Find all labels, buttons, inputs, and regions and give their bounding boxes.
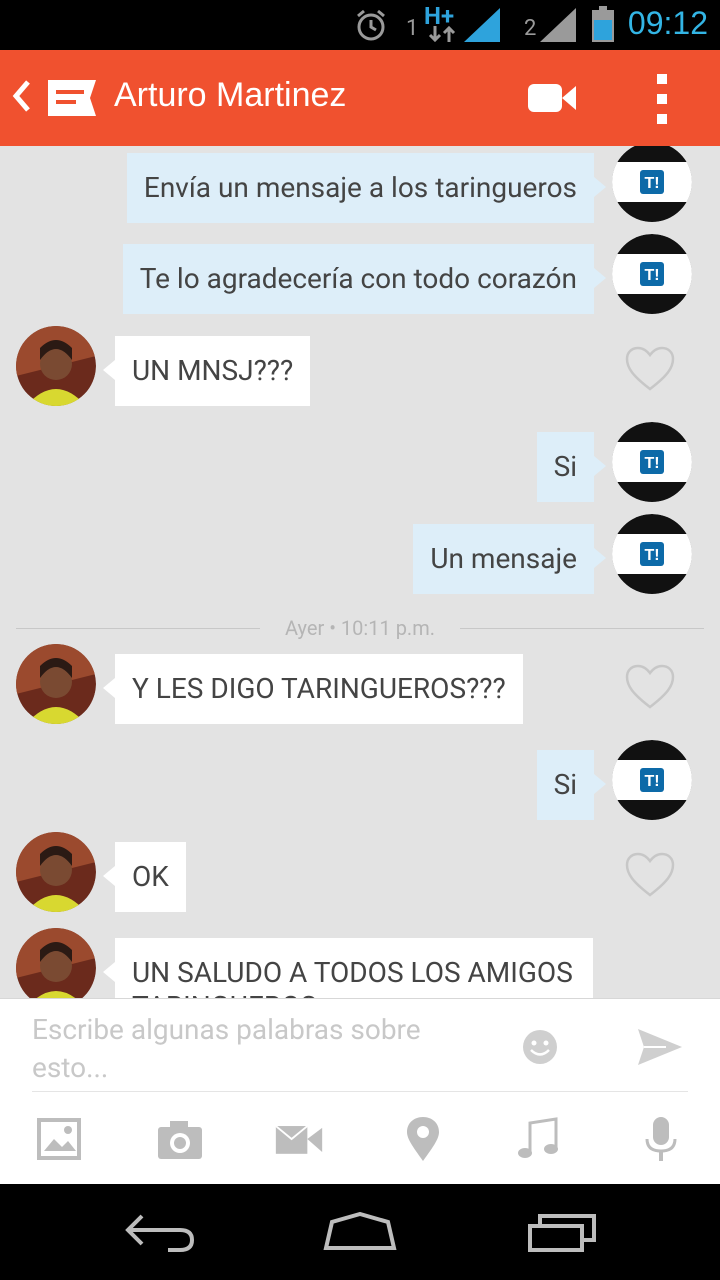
taringa-avatar[interactable]: T! <box>612 146 692 222</box>
taringa-avatar[interactable]: T! <box>612 234 692 314</box>
message-bubble-incoming[interactable]: UN MNSJ??? <box>102 336 311 406</box>
sim2-label: 2 <box>524 16 537 41</box>
message-bubble-outgoing[interactable]: Un mensaje <box>413 524 606 594</box>
alarm-icon <box>357 9 385 41</box>
message-bubble-outgoing[interactable]: Te lo agradecería con todo corazón <box>122 244 607 314</box>
nav-back-icon[interactable] <box>124 1212 196 1252</box>
taringa-avatar[interactable]: T! <box>612 422 692 502</box>
taringa-avatar[interactable]: T! <box>612 740 692 820</box>
nav-recents-icon[interactable] <box>526 1212 598 1252</box>
like-heart-icon[interactable] <box>625 346 675 392</box>
contact-avatar[interactable] <box>16 326 96 406</box>
camera-icon[interactable] <box>156 1117 206 1161</box>
music-icon[interactable] <box>516 1117 566 1161</box>
signal-sim2-icon <box>540 8 576 42</box>
taringa-logo-text: T! <box>644 455 659 472</box>
message-input[interactable]: Escribe algunas palabras sobre esto... <box>32 1011 452 1087</box>
message-composer: Escribe algunas palabras sobre esto... <box>0 998 720 1185</box>
signal-sim1-icon <box>464 8 500 42</box>
taringa-logo-text: T! <box>644 547 659 564</box>
overflow-menu-icon[interactable] <box>652 72 672 128</box>
like-heart-icon[interactable] <box>625 664 675 710</box>
sim1-label: 1 <box>406 16 419 41</box>
message-bubble-incoming[interactable]: OK <box>103 842 186 912</box>
taringa-avatar[interactable]: T! <box>612 514 692 594</box>
conversation-title: Arturo Martinez <box>114 76 347 114</box>
divider-line-left <box>16 628 260 629</box>
back-chevron-icon[interactable] <box>10 76 32 116</box>
message-bubble-incoming[interactable]: UN SALUDO A TODOS LOS AMIGOS TARINGUEROS <box>103 938 593 998</box>
chat-messages[interactable]: Envía un mensaje a los taringueros T! Te… <box>0 146 720 998</box>
taringa-logo-text: T! <box>644 267 659 284</box>
contact-avatar[interactable] <box>16 832 96 912</box>
messages-app-icon[interactable] <box>46 78 98 118</box>
send-icon[interactable] <box>636 1027 684 1067</box>
video-call-icon[interactable] <box>528 80 578 116</box>
message-bubble-outgoing[interactable]: Si <box>536 432 607 502</box>
gallery-icon[interactable] <box>36 1117 86 1161</box>
microphone-icon[interactable] <box>636 1117 686 1161</box>
clock: 09:12 <box>627 5 708 41</box>
video-icon[interactable] <box>274 1117 324 1161</box>
system-nav-bar <box>0 1184 720 1280</box>
composer-separator <box>32 1091 688 1092</box>
like-heart-icon[interactable] <box>625 852 675 898</box>
nav-home-icon[interactable] <box>322 1212 398 1252</box>
battery-icon <box>592 6 614 42</box>
contact-avatar[interactable] <box>16 928 96 998</box>
taringa-logo-text: T! <box>644 175 659 192</box>
message-bubble-outgoing[interactable]: Si <box>536 750 607 820</box>
date-divider: Ayer • 10:11 p.m. <box>16 616 704 640</box>
message-bubble-outgoing[interactable]: Envía un mensaje a los taringueros <box>126 153 607 223</box>
app-bar: Arturo Martinez <box>0 50 720 146</box>
status-bar: 1 H+ 2 09:12 <box>0 0 720 50</box>
emoji-icon[interactable] <box>522 1029 558 1065</box>
message-bubble-incoming[interactable]: Y LES DIGO TARINGUEROS??? <box>103 654 523 724</box>
date-divider-label: Ayer • 10:11 p.m. <box>284 616 436 640</box>
location-pin-icon[interactable] <box>398 1117 448 1161</box>
contact-avatar[interactable] <box>16 644 96 724</box>
divider-line-right <box>460 628 704 629</box>
taringa-logo-text: T! <box>644 773 659 790</box>
data-arrows-icon <box>428 26 456 42</box>
